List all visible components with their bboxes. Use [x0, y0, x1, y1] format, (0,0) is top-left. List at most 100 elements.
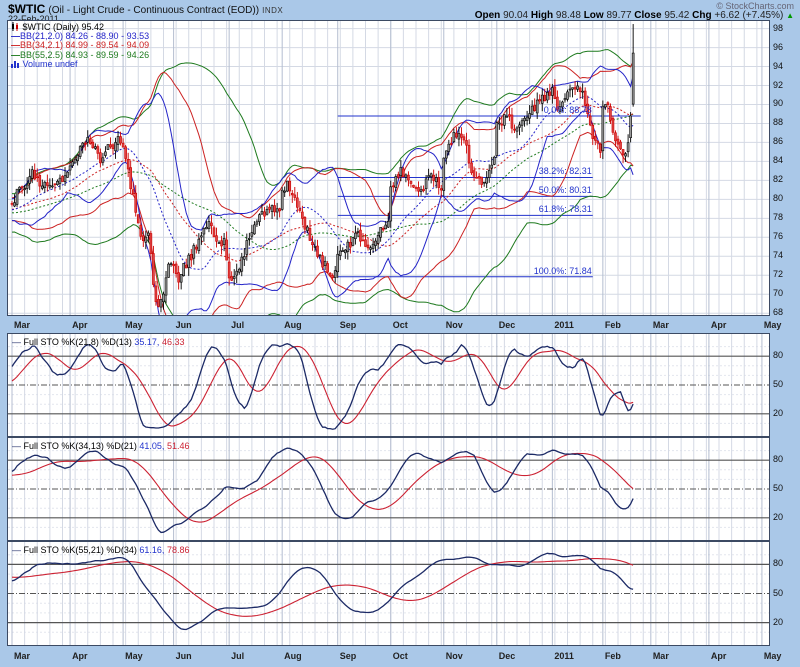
candle-body [74, 159, 76, 163]
candle-body [56, 181, 58, 184]
month-axis-label: Feb [605, 320, 621, 330]
candle-body [140, 225, 142, 236]
candle-body [246, 240, 248, 254]
price-tick-label: 78 [773, 212, 783, 222]
candle-body [264, 212, 266, 216]
candle-body [612, 118, 614, 132]
candle-body [488, 170, 490, 177]
stoch3-d-value: 78.86 [167, 545, 190, 555]
candle-body [458, 133, 460, 139]
bb55-legend-label: BB(55,2.5) 84.93 - 89.59 - 94.26 [20, 50, 149, 60]
candle-body [296, 198, 298, 207]
candle-body [115, 142, 117, 150]
candle-body [130, 168, 132, 189]
candle-body [443, 158, 445, 190]
candle-body [299, 209, 301, 211]
candle-body [173, 264, 175, 266]
candle-body [311, 242, 313, 245]
candle-body [150, 233, 152, 253]
stoch2-legend-label: Full STO %K(34,13) %D(21) [24, 441, 137, 451]
candle-body [463, 137, 465, 140]
candle-body [627, 143, 629, 152]
candle-body [339, 251, 341, 256]
candle-body [112, 145, 114, 149]
candle-body [536, 100, 538, 113]
bb34-line-swatch: — [11, 40, 20, 50]
candle-body [223, 238, 225, 244]
month-axis-label: Nov [446, 320, 463, 330]
candle-body [127, 159, 129, 169]
candle-body [319, 255, 321, 256]
candle-body [597, 141, 599, 143]
candle-body [544, 95, 546, 101]
month-axis-label: Mar [653, 320, 669, 330]
candle-body [67, 172, 69, 177]
candle-body [198, 239, 200, 251]
month-axis-label: Dec [499, 320, 516, 330]
candle-body [516, 128, 518, 131]
candle-body [208, 221, 210, 228]
stoch-tick-label: 80 [773, 454, 783, 464]
candle-body [274, 206, 276, 212]
candle-body [599, 144, 601, 152]
candle-body [107, 145, 109, 150]
candle-body [428, 175, 430, 176]
candle-body [569, 89, 571, 90]
price-tick-label: 76 [773, 231, 783, 241]
month-axis-label: Jul [231, 651, 244, 661]
month-axis-label: May [125, 651, 143, 661]
candle-body [423, 189, 425, 190]
month-axis-label: Apr [72, 320, 88, 330]
candle-body [614, 133, 616, 141]
month-axis-label: Aug [284, 651, 302, 661]
candle-body [271, 206, 273, 212]
candle-body [117, 136, 119, 144]
stoch3-legend: — Full STO %K(55,21) %D(34) 61.16, 78.86 [12, 545, 189, 555]
candle-body [163, 294, 165, 302]
candle-body [77, 155, 79, 160]
stoch-panel-3 [7, 541, 770, 646]
candle-body [607, 103, 609, 105]
candle-body [29, 177, 31, 184]
month-axis-label: Jun [176, 320, 192, 330]
fib-label: 61.8%: 78.31 [539, 204, 592, 214]
candle-body [269, 207, 271, 209]
candle-body [210, 223, 212, 226]
candle-body [142, 236, 144, 241]
candle-body [375, 241, 377, 245]
candle-body [392, 186, 394, 187]
price-tick-label: 70 [773, 288, 783, 298]
candle-body [322, 256, 324, 267]
month-axis-label: Sep [340, 320, 357, 330]
month-axis-label: Mar [14, 320, 30, 330]
candle-body [21, 187, 23, 188]
stoch-plot-canvas [8, 542, 769, 645]
candle-body [31, 170, 33, 179]
candle-body [120, 137, 122, 143]
price-tick-label: 92 [773, 80, 783, 90]
month-axis-label: May [764, 320, 782, 330]
candle-body [221, 241, 223, 246]
price-tick-label: 94 [773, 61, 783, 71]
candle-body [362, 240, 364, 241]
candle-body [248, 238, 250, 239]
stoch-plot-canvas [8, 334, 769, 436]
candle-body [609, 107, 611, 121]
candle-body [62, 176, 64, 181]
candle-body [476, 177, 478, 178]
price-tick-label: 72 [773, 269, 783, 279]
month-axis-label: 2011 [554, 320, 574, 330]
candle-body [92, 142, 94, 148]
candle-body [337, 254, 339, 272]
candle-body [546, 92, 548, 100]
candle-body [460, 134, 462, 137]
candle-body [218, 243, 220, 244]
candle-body [132, 190, 134, 194]
candle-body [506, 116, 508, 117]
candle-body [549, 92, 551, 95]
candle-body [400, 167, 402, 175]
candle-body [385, 225, 387, 229]
month-axis-label: Nov [446, 651, 463, 661]
candle-body [390, 187, 392, 221]
candle-body [534, 105, 536, 110]
